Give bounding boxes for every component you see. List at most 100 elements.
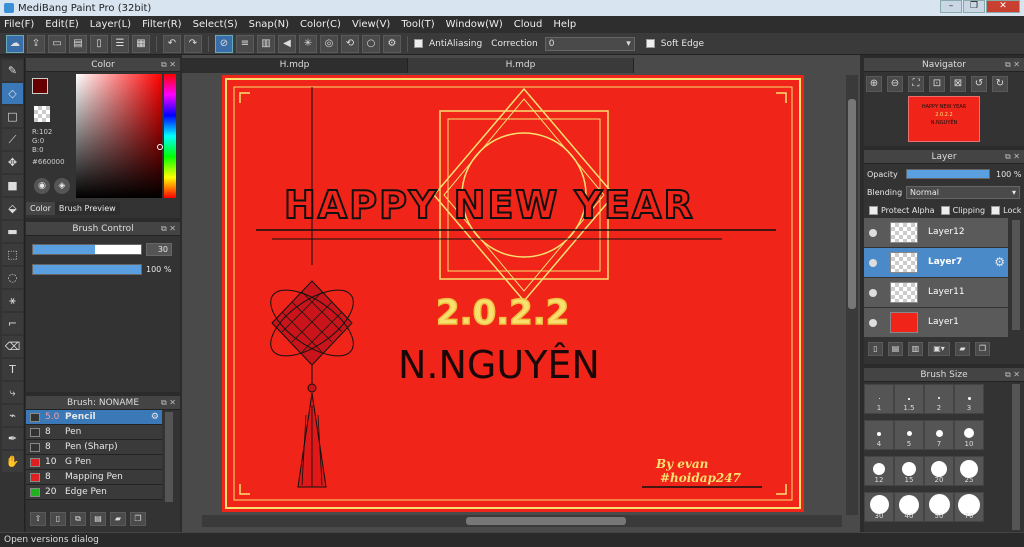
menu-snap[interactable]: Snap(N)	[249, 19, 289, 30]
eye-icon[interactable]	[869, 259, 877, 267]
menu-select[interactable]: Select(S)	[193, 19, 238, 30]
menu-window[interactable]: Window(W)	[446, 19, 503, 30]
gradient-tool-icon[interactable]: ▬	[2, 221, 23, 242]
brush-size-70[interactable]: 70	[954, 492, 984, 522]
new-brush-icon[interactable]: ▯	[50, 512, 66, 526]
soft-edge-checkbox[interactable]	[645, 38, 658, 49]
brush-size-5[interactable]: 5	[894, 420, 924, 450]
snap-radial-icon[interactable]: ✳	[299, 34, 317, 53]
brush-item-mapping-pen[interactable]: 8 Mapping Pen	[26, 470, 162, 485]
horizontal-scrollbar[interactable]	[202, 515, 842, 527]
menu-cloud[interactable]: Cloud	[514, 19, 543, 30]
menu-edit[interactable]: Edit(E)	[45, 19, 79, 30]
brush-size-12[interactable]: 12	[864, 456, 894, 486]
new-8bit-layer-icon[interactable]: ▥	[908, 342, 923, 356]
brush-size-20[interactable]: 20	[924, 456, 954, 486]
navigator-preview[interactable]: HAPPY NEW YEAR 2.0.2.2 N.NGUYÊN	[908, 96, 980, 142]
menu-help[interactable]: Help	[553, 19, 576, 30]
brush-item-pen-sharp[interactable]: 8 Pen (Sharp)	[26, 440, 162, 455]
saturation-value-picker[interactable]	[76, 74, 162, 198]
layer-scrollbar[interactable]	[1012, 220, 1020, 330]
layer-row-layer11[interactable]: Layer11	[864, 278, 1008, 308]
panel-float-icon[interactable]: ⧉ ✕	[1005, 58, 1020, 72]
gear-icon[interactable]: ⚙	[994, 255, 1005, 269]
brush-item-pencil[interactable]: 5.0 Pencil ⚙	[26, 410, 162, 425]
fit-icon[interactable]: ⛶	[908, 76, 924, 92]
select-eraser-tool-icon[interactable]: ⌫	[2, 336, 23, 357]
brush-item-edge-pen[interactable]: 20 Edge Pen	[26, 485, 162, 500]
snap-perspective-icon[interactable]: ◀	[278, 34, 296, 53]
select-pen-tool-icon[interactable]: ⌐	[2, 313, 23, 334]
menu-layer[interactable]: Layer(L)	[90, 19, 131, 30]
brush-size-50[interactable]: 50	[924, 492, 954, 522]
share-icon[interactable]: ⇪	[27, 34, 45, 53]
tab-color[interactable]: Color	[26, 202, 55, 215]
brush-size-1-5[interactable]: 1.5	[894, 384, 924, 414]
comment-icon[interactable]: ▭	[48, 34, 66, 53]
brush-size-2[interactable]: 2	[924, 384, 954, 414]
brush-size-30[interactable]: 30	[864, 492, 894, 522]
actual-size-icon[interactable]: ⊡	[929, 76, 945, 92]
folder-icon[interactable]: ▰	[110, 512, 126, 526]
brush-size-value[interactable]: 30	[146, 243, 172, 256]
text-tool-icon[interactable]: T	[2, 359, 23, 380]
antialiasing-checkbox[interactable]	[414, 38, 426, 49]
list-icon[interactable]: ☰	[111, 34, 129, 53]
bucket-tool-icon[interactable]: ⬙	[2, 198, 23, 219]
brush-size-3[interactable]: 3	[954, 384, 984, 414]
lasso-tool-icon[interactable]: ◌	[2, 267, 23, 288]
brush-size-25[interactable]: 25	[954, 456, 984, 486]
maximize-button[interactable]: ❐	[963, 0, 985, 13]
menu-filter[interactable]: Filter(R)	[142, 19, 182, 30]
blur-tool-icon[interactable]: ⟋	[2, 129, 23, 150]
new-halftone-layer-icon[interactable]: ▤	[888, 342, 903, 356]
brush-settings-icon[interactable]: ▤	[90, 512, 106, 526]
hand-tool-icon[interactable]: ✋	[2, 451, 23, 472]
snap-circle-icon[interactable]: ○	[362, 34, 380, 53]
brush-size-1[interactable]: 1	[864, 384, 894, 414]
hue-slider[interactable]	[164, 74, 176, 198]
folder-icon[interactable]: ▰	[955, 342, 970, 356]
brush-size-scrollbar[interactable]	[1012, 384, 1020, 530]
blending-select[interactable]: Normal ▾	[906, 186, 1020, 199]
palette-settings-icon[interactable]: ◈	[54, 178, 70, 194]
redo-icon[interactable]: ↷	[184, 34, 202, 53]
snap-curve-icon[interactable]: ⟲	[341, 34, 359, 53]
cloud-icon[interactable]: ☁	[6, 34, 24, 53]
drawing-canvas[interactable]: HAPPY NEW YEAR 2.0.2.2 N.NGUYÊN By evan …	[222, 75, 804, 512]
brush-size-7[interactable]: 7	[924, 420, 954, 450]
layer-type-dropdown-icon[interactable]: ▣▾	[928, 342, 950, 356]
snap-parallel-icon[interactable]: ≡	[236, 34, 254, 53]
panel-float-icon[interactable]: ⧉ ✕	[1005, 368, 1020, 382]
snap-grid-icon[interactable]: ▥	[257, 34, 275, 53]
brush-size-4[interactable]: 4	[864, 420, 894, 450]
menu-file[interactable]: File(F)	[4, 19, 34, 30]
layout-icon[interactable]: ▦	[132, 34, 150, 53]
layer-row-layer1[interactable]: Layer1	[864, 308, 1008, 338]
minimize-button[interactable]: –	[940, 0, 962, 13]
snap-concentric-icon[interactable]: ◎	[320, 34, 338, 53]
eye-icon[interactable]	[869, 289, 877, 297]
brush-opacity-slider[interactable]	[32, 264, 142, 275]
correction-select[interactable]: 0 ▾	[544, 36, 635, 51]
document-icon[interactable]: ▯	[90, 34, 108, 53]
zoom-in-icon[interactable]: ⊕	[866, 76, 882, 92]
duplicate-icon[interactable]: ❐	[130, 512, 146, 526]
select-rect-tool-icon[interactable]: ⬚	[2, 244, 23, 265]
menu-color[interactable]: Color(C)	[300, 19, 341, 30]
new-layer-icon[interactable]: ▯	[868, 342, 883, 356]
palette-icon[interactable]: ◉	[34, 178, 50, 194]
magic-wand-tool-icon[interactable]: ⚹	[2, 290, 23, 311]
zoom-out-icon[interactable]: ⊖	[887, 76, 903, 92]
menu-view[interactable]: View(V)	[352, 19, 390, 30]
foreground-swatch[interactable]	[32, 78, 48, 94]
brush-item-g-pen[interactable]: 10 G Pen	[26, 455, 162, 470]
gear-icon[interactable]: ⚙	[151, 412, 159, 422]
opacity-slider[interactable]	[906, 169, 990, 179]
brush-item-pen[interactable]: 8 Pen	[26, 425, 162, 440]
brush-size-slider[interactable]	[32, 244, 142, 255]
settings-gear-icon[interactable]: ⚙	[383, 34, 401, 53]
rotate-right-icon[interactable]: ↻	[992, 76, 1008, 92]
operation-tool-icon[interactable]: ⤷	[2, 382, 23, 403]
message-icon[interactable]: ▤	[69, 34, 87, 53]
